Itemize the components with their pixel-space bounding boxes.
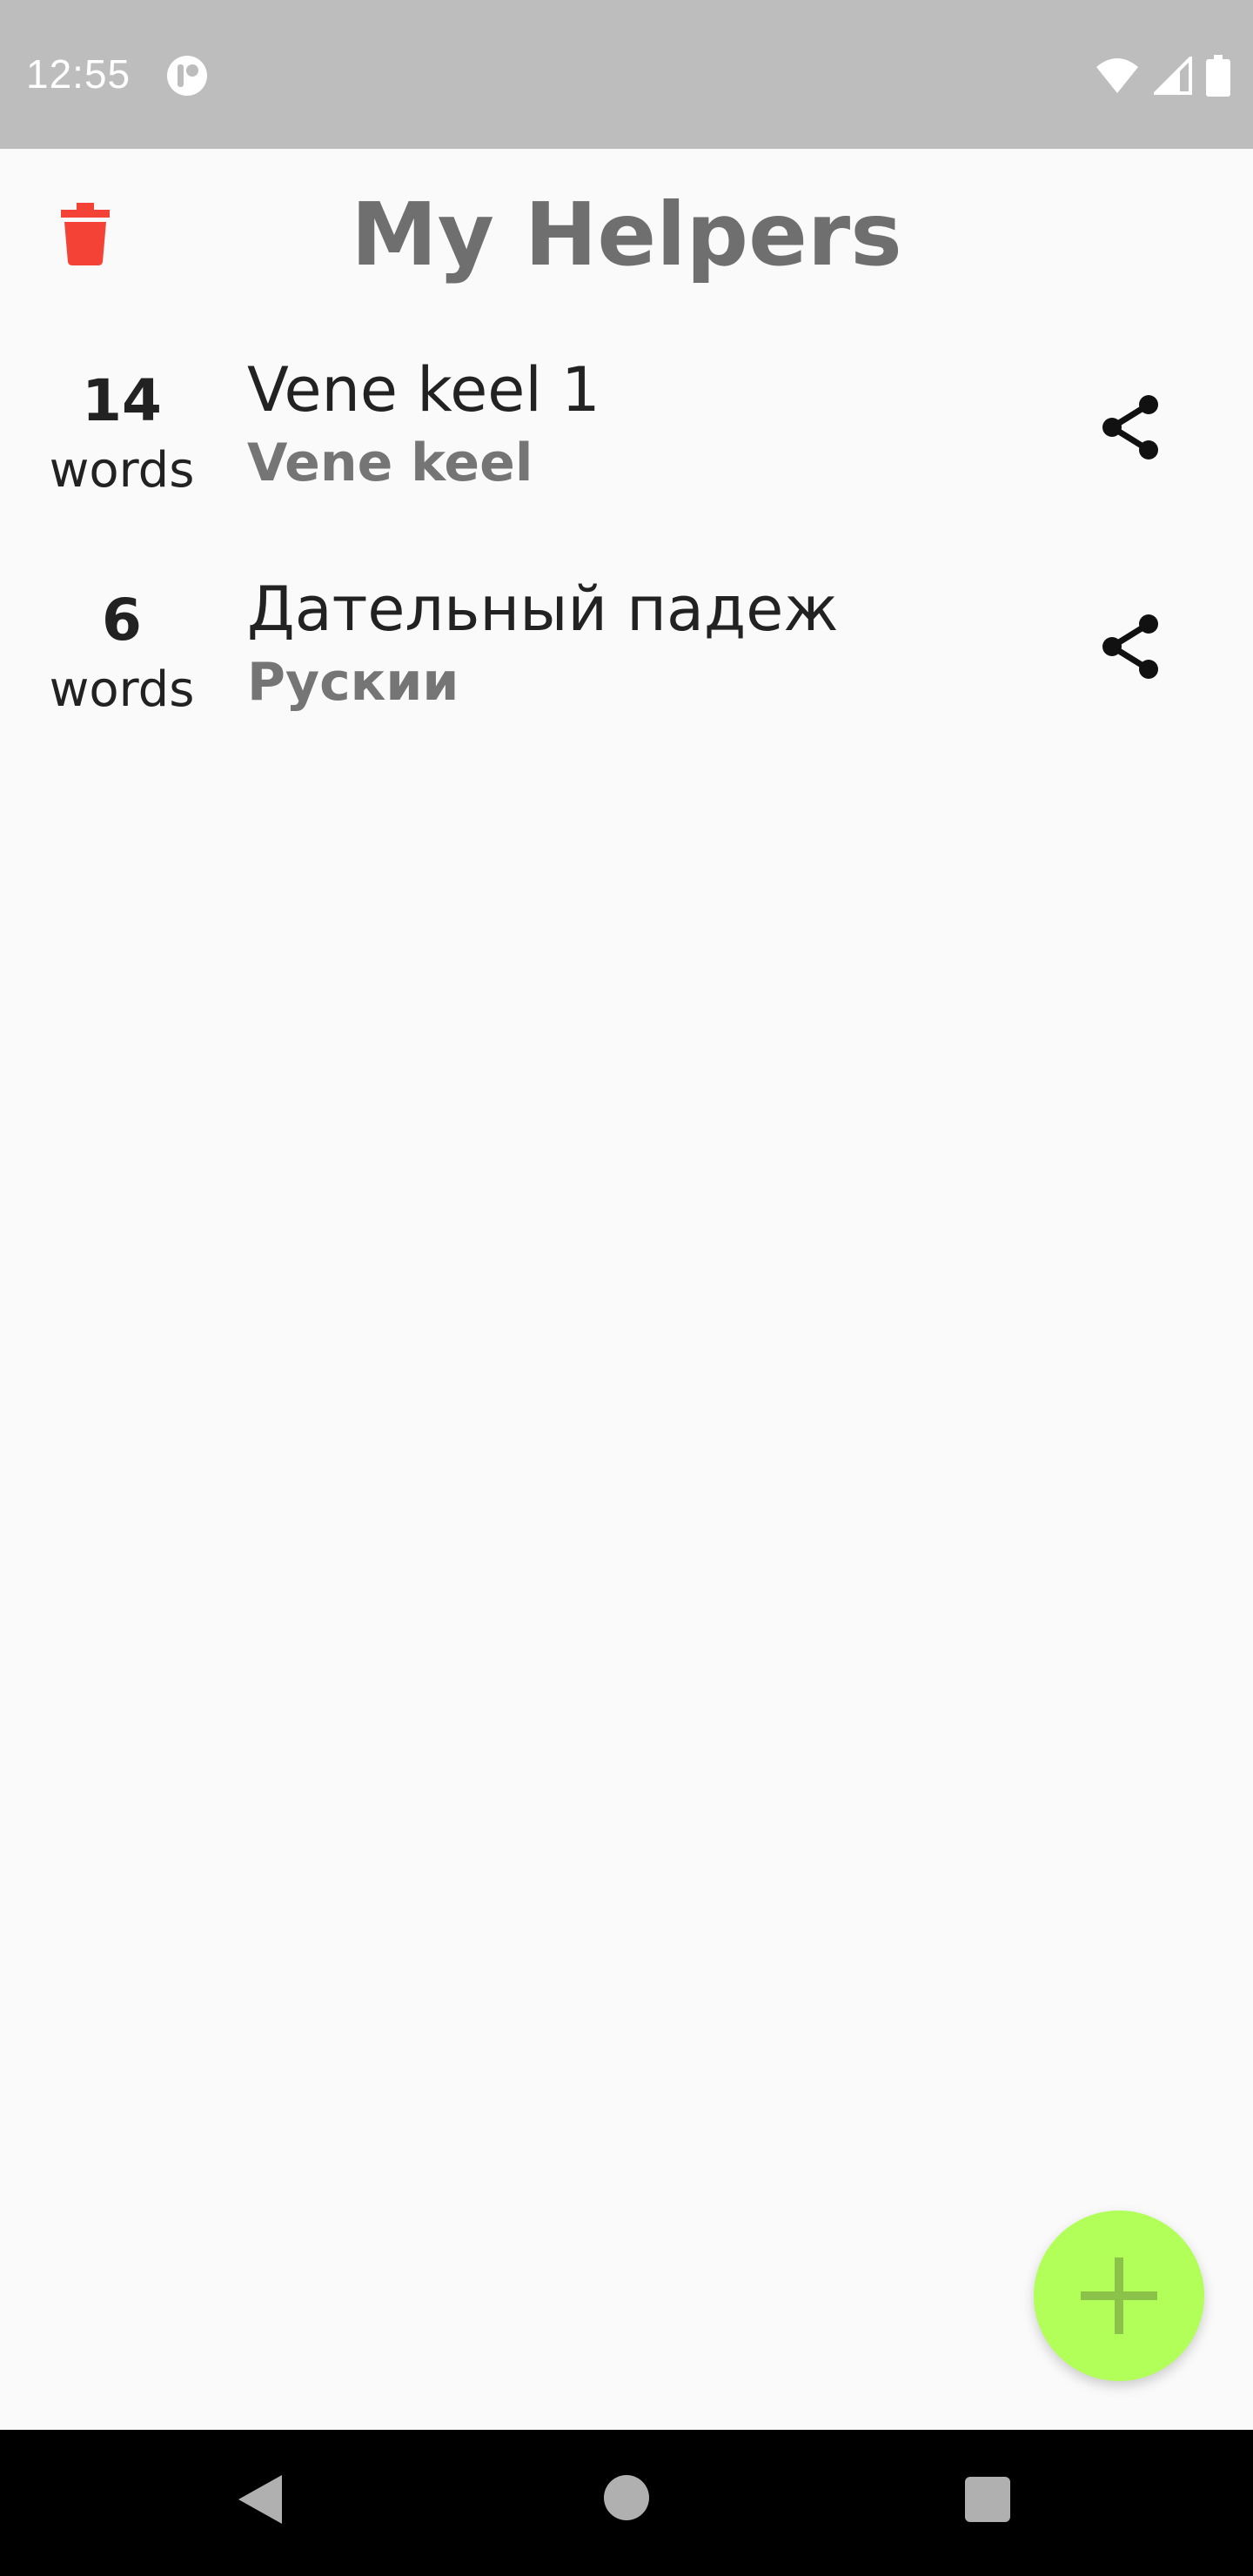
status-bar: 12:55 (0, 0, 1253, 149)
app-header: My Helpers (0, 149, 1253, 332)
status-icons (1095, 54, 1230, 97)
battery-icon (1206, 55, 1230, 97)
back-icon[interactable] (237, 2473, 284, 2526)
recents-icon[interactable] (965, 2477, 1010, 2522)
word-count: 14 words (35, 366, 209, 506)
share-icon[interactable] (1098, 394, 1164, 460)
word-count-number: 6 (102, 587, 142, 654)
navigation-bar (0, 2430, 1253, 2576)
word-count-unit: words (49, 442, 195, 499)
notification-app-icon (167, 56, 207, 96)
add-helper-button[interactable] (1034, 2210, 1204, 2381)
helper-item[interactable]: 6 words Дательный падеж Рускии (0, 551, 1253, 770)
word-count-unit: words (49, 661, 195, 718)
helper-name: Дательный падеж (247, 574, 839, 645)
helper-item[interactable]: 14 words Vene keel 1 Vene keel (0, 332, 1253, 551)
word-count-number: 14 (82, 367, 162, 434)
word-count: 6 words (35, 586, 209, 725)
status-time: 12:55 (26, 51, 131, 97)
share-icon[interactable] (1098, 614, 1164, 680)
helper-name: Vene keel 1 (247, 354, 600, 426)
helper-language: Рускии (247, 652, 459, 713)
plus-icon (1081, 2257, 1157, 2334)
home-icon[interactable] (604, 2475, 649, 2520)
cell-signal-icon (1154, 57, 1192, 95)
helper-language: Vene keel (247, 433, 533, 493)
page-title: My Helpers (351, 184, 902, 285)
wifi-icon (1096, 58, 1138, 93)
helper-list: 14 words Vene keel 1 Vene keel 6 words Д… (0, 332, 1253, 770)
